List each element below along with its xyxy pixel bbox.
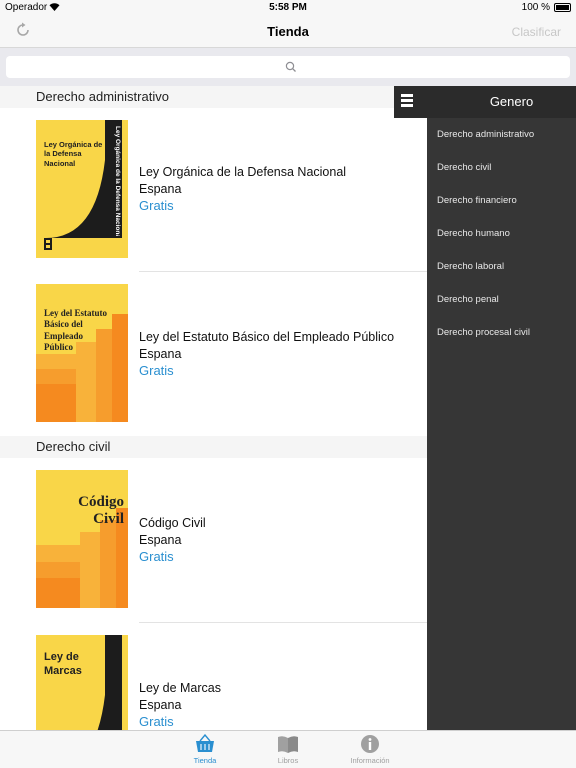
book-price: Gratis xyxy=(139,714,174,729)
page-title: Tienda xyxy=(267,24,309,39)
tab-tienda[interactable]: Tienda xyxy=(165,733,245,765)
genre-item[interactable]: Derecho financiero xyxy=(437,195,517,206)
book-icon xyxy=(277,734,299,754)
book-title: Ley de Marcas xyxy=(139,681,221,695)
tab-libros[interactable]: Libros xyxy=(248,734,328,765)
battery-icon xyxy=(554,3,571,12)
genre-item[interactable]: Derecho administrativo xyxy=(437,129,534,140)
genre-item[interactable]: Derecho laboral xyxy=(437,261,504,272)
cover-title: Código Civil xyxy=(78,494,124,527)
book-title: Ley del Estatuto Básico del Empleado Púb… xyxy=(139,330,395,344)
book-cover: Ley del Estatuto Básico del Empleado Púb… xyxy=(36,284,128,422)
genre-item[interactable]: Derecho procesal civil xyxy=(437,327,530,338)
book-country: Espana xyxy=(139,347,182,361)
cover-spine-title: Ley Orgánica de la Defensa Nacional xyxy=(114,126,121,236)
info-icon xyxy=(359,734,381,754)
section-title: Derecho civil xyxy=(36,439,111,454)
battery-percentage: 100 % xyxy=(521,2,550,13)
clock: 5:58 PM xyxy=(269,2,307,13)
tab-label: Libros xyxy=(277,756,299,765)
search-icon xyxy=(285,60,297,72)
book-country: Espana xyxy=(139,533,182,547)
book-country: Espana xyxy=(139,698,182,712)
cover-title: Ley del Estatuto Básico del Empleado Púb… xyxy=(44,308,107,352)
genre-drawer: Genero Derecho administrativo Derecho ci… xyxy=(394,86,576,730)
genre-item[interactable]: Derecho civil xyxy=(437,162,491,173)
search-input[interactable] xyxy=(6,56,570,78)
drawer-header: Genero xyxy=(394,86,576,118)
book-title: Ley Orgánica de la Defensa Nacional xyxy=(139,165,347,179)
cover-title: Ley Orgánica de la Defensa Nacional xyxy=(44,140,103,168)
book-cover: Ley de Marcas xyxy=(36,635,128,730)
tab-informacion[interactable]: Información xyxy=(330,734,410,765)
basket-icon xyxy=(194,733,216,754)
book-cover: Código Civil xyxy=(36,470,128,608)
genre-item[interactable]: Derecho humano xyxy=(437,228,510,239)
menu-icon[interactable] xyxy=(401,94,413,108)
book-price: Gratis xyxy=(139,549,174,564)
status-bar: Operador 5:58 PM 100 % xyxy=(0,0,576,16)
book-cover: Ley Orgánica de la Defensa Nacional Ley … xyxy=(36,120,128,258)
navigation-bar: Tienda Clasificar xyxy=(0,16,576,48)
book-title: Código Civil xyxy=(139,516,206,530)
sort-button[interactable]: Clasificar xyxy=(512,25,561,39)
book-country: Espana xyxy=(139,182,182,196)
book-price: Gratis xyxy=(139,198,174,213)
tab-label: Tienda xyxy=(193,756,217,765)
book-price: Gratis xyxy=(139,363,174,378)
genre-item[interactable]: Derecho penal xyxy=(437,294,499,305)
section-title: Derecho administrativo xyxy=(36,89,169,104)
tab-label: Información xyxy=(350,756,390,765)
drawer-title: Genero xyxy=(489,94,534,109)
tab-bar: Tienda Libros Información xyxy=(0,730,576,768)
cover-title: Ley de Marcas xyxy=(44,651,82,677)
search-bar xyxy=(0,48,576,86)
